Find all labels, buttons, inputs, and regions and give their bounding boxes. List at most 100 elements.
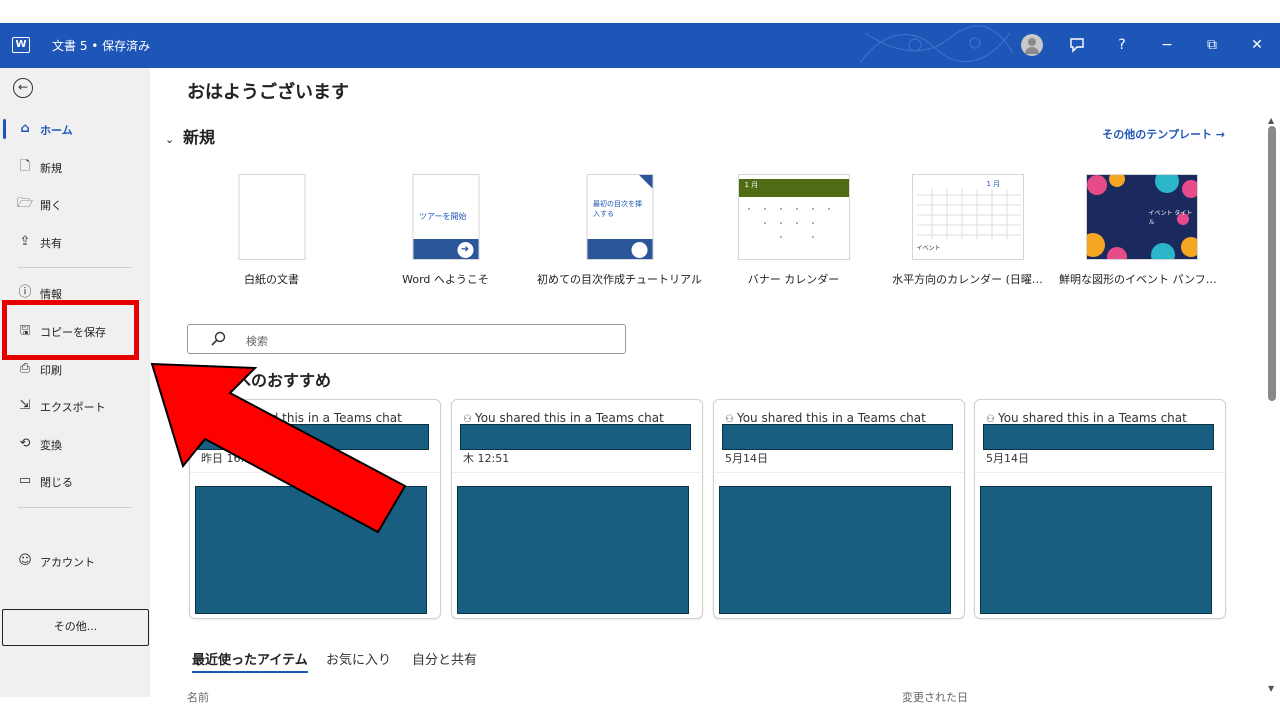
greeting-heading: おはようございます <box>187 82 349 103</box>
column-header-name[interactable]: 名前 <box>187 689 209 705</box>
template-toc-tutorial[interactable]: 最初の目次を挿入する 初めての目次作成チュートリアル <box>537 174 702 294</box>
template-name: 初めての目次作成チュートリアル <box>537 273 702 286</box>
redacted-preview <box>195 486 427 614</box>
shared-info: ⚇ You shared this in a Teams chat <box>725 411 926 425</box>
recommended-card[interactable]: ⚇ You shared this in a Teams chat 昨日 16:5 <box>189 399 441 619</box>
shared-text: You shared this in a Teams chat <box>736 411 926 425</box>
calendar-grid <box>747 208 830 238</box>
decorative-pattern <box>859 25 1014 64</box>
sidebar-item-account[interactable]: ☺ アカウント <box>0 546 150 576</box>
share-icon: ⇪ <box>19 234 31 249</box>
corner-ribbon <box>639 175 652 190</box>
template-name: バナー カレンダー <box>747 273 840 286</box>
word-backstage-window: W 文書 5 • 保存済み ? − ⧉ ✕ ← ⌂ ホーム 🗋 新規 🗁 開く … <box>0 0 1280 720</box>
user-avatar[interactable] <box>1021 34 1043 56</box>
chevron-down-icon: ⌄ <box>165 133 175 146</box>
calendar-grid <box>916 189 1021 239</box>
sidebar-item-transform[interactable]: ⟲ 変換 <box>0 429 150 459</box>
card-divider <box>975 472 1225 473</box>
template-thumbnail: 1 月 <box>737 174 850 260</box>
column-header-modified[interactable]: 変更された日 <box>902 689 968 705</box>
recommended-card[interactable]: ⚇ You shared this in a Teams chat 5月14日 <box>713 399 965 619</box>
close-folder-icon: ▭ <box>18 473 32 488</box>
backstage-sidebar: ← ⌂ ホーム 🗋 新規 🗁 開く ⇪ 共有 ⓘ 情報 🖫 コピーを保存 ⎙ 印… <box>0 68 150 697</box>
annotation-highlight-box <box>2 300 139 360</box>
info-icon: ⓘ <box>18 285 32 300</box>
shared-info: ⚇ You shared this in a Teams chat <box>986 411 1187 425</box>
shared-info: ⚇ You shared this in a Teams chat <box>201 411 402 425</box>
account-icon: ☺ <box>18 553 32 568</box>
sidebar-item-label: 共有 <box>40 237 62 250</box>
recommended-card[interactable]: ⚇ You shared this in a Teams chat 木 12:51 <box>451 399 703 619</box>
transform-icon: ⟲ <box>19 436 31 451</box>
redacted-preview <box>457 486 689 614</box>
scrollbar-thumb[interactable] <box>1268 126 1276 401</box>
scroll-down-icon[interactable]: ▼ <box>1268 684 1274 693</box>
sidebar-item-share[interactable]: ⇪ 共有 <box>0 227 150 257</box>
card-date: 木 12:51 <box>463 452 510 465</box>
redacted-title <box>722 424 953 450</box>
template-banner-calendar[interactable]: 1 月 バナー カレンダー <box>711 174 876 294</box>
word-icon: W <box>12 37 30 53</box>
tab-shared-with-me[interactable]: 自分と共有 <box>412 649 477 668</box>
sidebar-item-label: エクスポート <box>40 401 106 414</box>
sidebar-divider <box>18 507 132 508</box>
sidebar-item-label: 変換 <box>40 439 62 452</box>
template-event-pamphlet[interactable]: イベント タイトル 鮮明な図形のイベント パンフレ… <box>1059 174 1224 294</box>
template-thumbnail: イベント タイトル <box>1085 174 1198 260</box>
sidebar-item-label: ホーム <box>40 124 73 137</box>
card-divider <box>714 472 964 473</box>
thumbnail-event-label: イベント <box>916 245 941 252</box>
backstage-main: おはようございます ⌄ 新規 その他のテンプレート → 白紙の文書 ツアーを開始 … <box>150 68 1265 704</box>
template-thumbnail: 1 月 イベント <box>911 174 1024 260</box>
arrow-right-icon: ➜ <box>457 242 473 258</box>
redacted-title <box>198 424 429 450</box>
template-horizontal-calendar[interactable]: 1 月 イベント 水平方向のカレンダー (日曜… <box>885 174 1050 294</box>
minimize-button[interactable]: − <box>1155 33 1179 57</box>
template-name: 鮮明な図形のイベント パンフレ… <box>1059 273 1224 286</box>
home-icon: ⌂ <box>20 121 30 136</box>
open-folder-icon: 🗁 <box>17 196 34 211</box>
vertical-scrollbar[interactable]: ▲ ▼ <box>1265 116 1280 697</box>
sidebar-item-close[interactable]: ▭ 閉じる <box>0 466 150 496</box>
help-button[interactable]: ? <box>1110 33 1134 57</box>
tab-recent[interactable]: 最近使ったアイテム <box>192 649 308 673</box>
sidebar-item-home[interactable]: ⌂ ホーム <box>0 114 150 144</box>
thumbnail-text: イベント タイトル <box>1148 210 1193 226</box>
sidebar-item-label: 閉じる <box>40 476 73 489</box>
template-blank[interactable]: 白紙の文書 <box>189 174 354 294</box>
redacted-preview <box>980 486 1212 614</box>
thumbnail-text: 1 月 <box>986 180 1001 188</box>
sidebar-item-new[interactable]: 🗋 新規 <box>0 152 150 182</box>
sidebar-divider <box>18 267 132 268</box>
new-section-title: 新規 <box>183 128 216 147</box>
new-section-header[interactable]: ⌄ 新規 <box>165 124 215 148</box>
restore-button[interactable]: ⧉ <box>1200 33 1224 57</box>
template-name: 水平方向のカレンダー (日曜… <box>892 273 1043 286</box>
template-welcome[interactable]: ツアーを開始 ➜ Word へようこそ <box>363 174 528 294</box>
recommended-card[interactable]: ⚇ You shared this in a Teams chat 5月14日 <box>974 399 1226 619</box>
sidebar-item-label: 印刷 <box>40 364 62 377</box>
close-button[interactable]: ✕ <box>1245 33 1269 57</box>
sidebar-item-label: 新規 <box>40 162 62 175</box>
tab-favorites[interactable]: お気に入り <box>326 649 391 668</box>
feedback-icon[interactable] <box>1065 33 1089 57</box>
search-input[interactable]: 検索 <box>187 324 626 354</box>
template-thumbnail <box>238 174 305 260</box>
template-thumbnail: 最初の目次を挿入する <box>586 174 653 260</box>
card-divider <box>190 472 440 473</box>
recommended-heading: あなたへのおすすめ <box>187 371 332 390</box>
sidebar-item-open[interactable]: 🗁 開く <box>0 189 150 219</box>
export-icon: ⇲ <box>19 398 31 413</box>
template-thumbnail: ツアーを開始 ➜ <box>412 174 479 260</box>
back-arrow-icon[interactable]: ← <box>13 78 33 98</box>
print-icon: ⎙ <box>19 361 31 376</box>
sidebar-item-export[interactable]: ⇲ エクスポート <box>0 391 150 421</box>
more-options-button[interactable]: その他... <box>2 609 149 646</box>
template-name: 白紙の文書 <box>244 273 299 286</box>
new-document-icon: 🗋 <box>19 159 31 174</box>
play-icon <box>631 242 647 258</box>
card-date: 5月14日 <box>986 452 1029 465</box>
more-templates-link[interactable]: その他のテンプレート → <box>1102 126 1225 142</box>
scroll-up-icon[interactable]: ▲ <box>1268 116 1274 125</box>
